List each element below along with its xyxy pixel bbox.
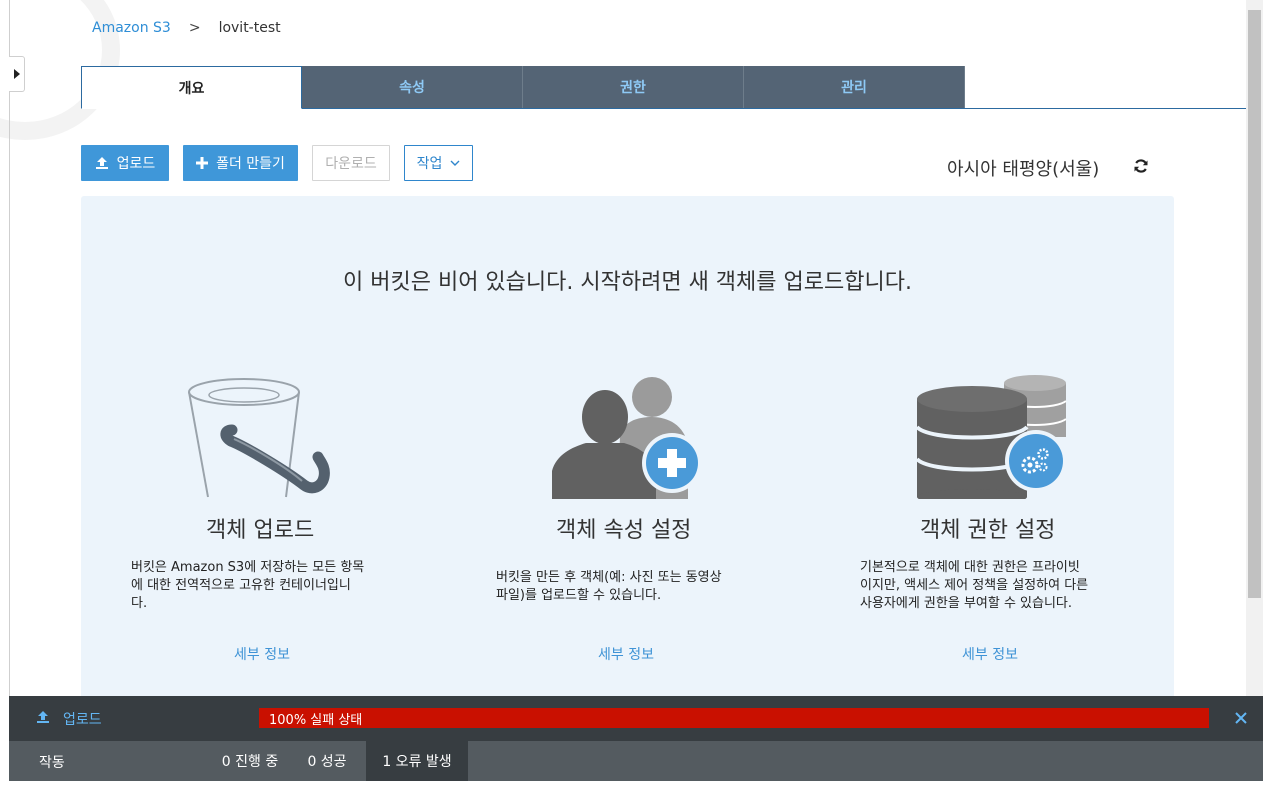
close-icon[interactable]: [1233, 710, 1249, 726]
actions-dropdown[interactable]: 작업: [404, 145, 473, 181]
upload-button[interactable]: 업로드: [81, 145, 169, 181]
card-properties-description: 버킷을 만든 후 객체(예: 사진 또는 동영상 파일)를 업로드할 수 있습니…: [496, 569, 766, 605]
breadcrumb-amazon-s3[interactable]: Amazon S3: [92, 20, 171, 36]
upload-status-bar: 업로드 100% 실패 상태: [9, 696, 1263, 741]
caret-right-icon: [13, 69, 20, 79]
bucket-icon: [188, 378, 330, 498]
user-add-icon: [552, 377, 702, 499]
download-button[interactable]: 다운로드: [312, 145, 390, 181]
region-label: 아시아 태평양(서울): [947, 159, 1100, 180]
card-permissions-desc-line: 기본적으로 객체에 대한 권한은 프라이빗: [860, 560, 1080, 575]
empty-bucket-headline: 이 버킷은 비어 있습니다. 시작하려면 새 객체를 업로드합니다.: [343, 270, 912, 295]
card-upload-details-link[interactable]: 세부 정보: [234, 644, 290, 664]
page-scrollbar[interactable]: [1246, 0, 1263, 696]
status-tab-success[interactable]: 0 성공: [299, 741, 355, 781]
card-permissions-desc-line: 사용자에게 권한을 부여할 수 있습니다.: [860, 596, 1073, 611]
tab-overview[interactable]: 개요: [81, 66, 302, 109]
actions-dropdown-label: 작업: [416, 156, 443, 172]
card-properties-desc-line: 파일)를 업로드할 수 있습니다.: [496, 588, 662, 603]
scrollbar-thumb[interactable]: [1248, 10, 1261, 598]
card-permissions-description: 기본적으로 객체에 대한 권한은 프라이빗 이지만, 액세스 제어 정책을 설정…: [860, 559, 1130, 613]
card-properties-details-link[interactable]: 세부 정보: [598, 644, 654, 664]
tab-permissions[interactable]: 권한: [523, 66, 744, 108]
card-permissions-title: 객체 권한 설정: [920, 518, 1056, 543]
upload-progress-bar: 100% 실패 상태: [259, 708, 1209, 728]
download-button-label: 다운로드: [325, 156, 377, 172]
chevron-down-icon: [450, 160, 460, 166]
upload-button-label: 업로드: [116, 156, 156, 172]
card-upload-description: 버킷은 Amazon S3에 저장하는 모든 항목 에 대한 전역적으로 고유한…: [131, 559, 401, 613]
breadcrumb-separator: >: [188, 20, 201, 36]
card-properties-title: 객체 속성 설정: [556, 518, 692, 543]
card-upload-title: 객체 업로드: [206, 518, 315, 543]
breadcrumb-bucket-name: lovit-test: [218, 20, 281, 36]
card-upload-desc-line: 에 대한 전역적으로 고유한 컨테이너입니: [131, 578, 351, 593]
create-folder-button[interactable]: 폴더 만들기: [183, 145, 298, 181]
card-permissions-details-link[interactable]: 세부 정보: [962, 644, 1018, 664]
plus-icon: [196, 157, 209, 169]
create-folder-button-label: 폴더 만들기: [216, 156, 285, 172]
status-tab-in-progress[interactable]: 0 진행 중: [205, 741, 295, 781]
sidebar-border: [9, 0, 10, 696]
card-upload-desc-line: 버킷은 Amazon S3에 저장하는 모든 항목: [131, 560, 365, 575]
upload-icon: [37, 711, 49, 723]
operations-label: 작동: [39, 755, 65, 771]
card-permissions-desc-line: 이지만, 액세스 제어 정책을 설정하여 다른: [860, 578, 1089, 593]
operations-status-bar: 작동 0 진행 중 0 성공 1 오류 발생: [9, 741, 1263, 781]
tab-properties[interactable]: 속성: [302, 66, 523, 108]
database-settings-icon: [915, 375, 1067, 499]
s3-console: Amazon S3 > lovit-test 개요 속성 권한 관리 업로드 폴…: [0, 0, 1263, 787]
sidebar-toggle-button[interactable]: [9, 56, 25, 92]
tab-management[interactable]: 관리: [744, 66, 965, 108]
refresh-icon[interactable]: [1133, 158, 1149, 174]
upload-progress-text: 100% 실패 상태: [269, 713, 363, 728]
card-upload-desc-line: 다.: [131, 596, 148, 611]
upload-icon: [95, 157, 108, 169]
upload-status-label[interactable]: 업로드: [63, 709, 102, 729]
breadcrumb: Amazon S3 > lovit-test: [92, 20, 281, 36]
status-tab-errors[interactable]: 1 오류 발생: [366, 741, 468, 781]
card-properties-desc-line: 버킷을 만든 후 객체(예: 사진 또는 동영상: [496, 570, 722, 585]
